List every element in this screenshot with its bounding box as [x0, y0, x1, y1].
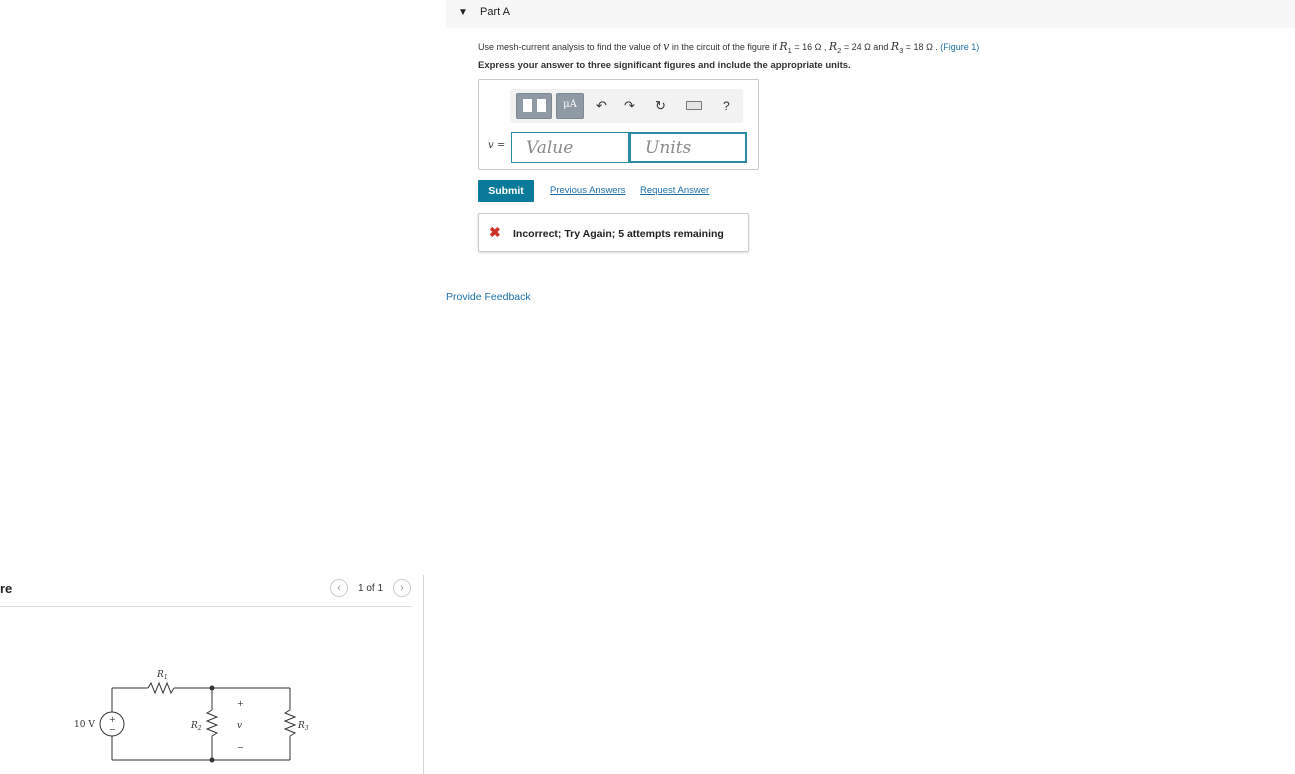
- figure-link[interactable]: (Figure 1): [940, 42, 979, 52]
- v-plus: +: [237, 699, 244, 708]
- resistor-r1: [147, 681, 175, 695]
- r2-label: R2: [190, 721, 202, 732]
- value-input[interactable]: [511, 132, 629, 163]
- figure-panel: re ‹ 1 of 1 › 10 V + − R1 R2 R3 + v −: [0, 0, 424, 774]
- resistor-r2: [205, 709, 219, 737]
- error-icon: ✖: [489, 224, 501, 240]
- r3-value: = 18 Ω .: [903, 42, 941, 52]
- answer-variable-label: v =: [488, 140, 506, 151]
- instruction-text: Express your answer to three significant…: [478, 60, 851, 71]
- question-part: in the circuit of the figure if: [669, 42, 780, 52]
- circuit-diagram: 10 V + − R1 R2 R3 + v −: [74, 670, 309, 763]
- redo-icon[interactable]: ↷: [624, 98, 635, 114]
- r1-value: = 16 Ω ,: [791, 42, 829, 52]
- node-top: [209, 685, 215, 691]
- question-part: Use mesh-current analysis to find the va…: [478, 42, 664, 52]
- part-title: Part A: [480, 6, 510, 18]
- source-label: 10 V: [74, 720, 95, 730]
- provide-feedback-link[interactable]: Provide Feedback: [446, 291, 531, 303]
- chevron-right-icon[interactable]: ›: [393, 579, 411, 597]
- template-icon: [537, 99, 546, 112]
- template-button[interactable]: [516, 93, 552, 119]
- r2-value: = 24 Ω and: [841, 42, 891, 52]
- figure-header: re ‹ 1 of 1 ›: [0, 578, 412, 607]
- source-plus: +: [109, 715, 116, 724]
- r1-label: R1: [156, 670, 168, 681]
- chevron-left-icon[interactable]: ‹: [330, 579, 348, 597]
- var-r3: R: [890, 40, 900, 53]
- submit-button[interactable]: Submit: [478, 180, 534, 202]
- answer-box: μA ↶ ↷ ↻ ? v =: [478, 79, 759, 170]
- resistor-r3: [283, 709, 297, 737]
- source-minus: −: [109, 725, 116, 734]
- figure-counter: 1 of 1: [358, 583, 384, 594]
- units-button[interactable]: μA: [556, 93, 584, 119]
- var-r2: R: [828, 40, 838, 53]
- r3-label: R3: [297, 721, 309, 732]
- help-icon[interactable]: ?: [723, 98, 730, 114]
- undo-icon[interactable]: ↶: [596, 98, 607, 114]
- keyboard-icon[interactable]: [686, 101, 702, 110]
- figure-title: re: [0, 581, 13, 596]
- reset-icon[interactable]: ↻: [655, 98, 666, 114]
- caret-down-icon[interactable]: ▼: [458, 7, 468, 18]
- var-r1: R: [779, 40, 788, 53]
- feedback-text: Incorrect; Try Again; 5 attempts remaini…: [513, 228, 724, 240]
- previous-answers-link[interactable]: Previous Answers: [550, 185, 626, 196]
- question-text: Use mesh-current analysis to find the va…: [478, 40, 979, 55]
- v-minus: −: [237, 743, 244, 752]
- node-bottom: [209, 757, 215, 763]
- feedback-message: ✖ Incorrect; Try Again; 5 attempts remai…: [478, 213, 749, 252]
- template-icon: [523, 99, 532, 112]
- panel-divider: [423, 575, 424, 774]
- part-header[interactable]: ▼ Part A: [446, 0, 1295, 28]
- request-answer-link[interactable]: Request Answer: [640, 185, 709, 196]
- v-label: v: [237, 721, 242, 731]
- units-input[interactable]: [629, 132, 747, 163]
- math-toolbar: μA ↶ ↷ ↻ ?: [510, 89, 743, 123]
